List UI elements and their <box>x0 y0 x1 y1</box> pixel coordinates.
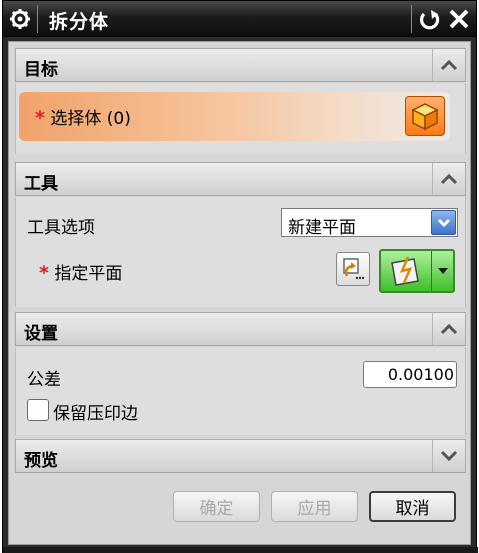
required-mark: * <box>39 262 49 284</box>
group-title-preview: 预览 <box>24 451 58 471</box>
plane-button[interactable] <box>379 249 455 293</box>
tool-option-value: 新建平面 <box>288 218 356 238</box>
tolerance-value: 0.00100 <box>387 365 454 384</box>
chevron-up-icon[interactable] <box>432 49 465 81</box>
required-mark: * <box>35 107 45 129</box>
plane-dropdown-icon[interactable] <box>431 251 453 291</box>
title-separator <box>411 5 412 33</box>
cancel-button[interactable]: 取消 <box>369 491 456 522</box>
tool-option-label: 工具选项 <box>27 218 95 238</box>
close-icon[interactable] <box>446 6 472 32</box>
window-bottom-border <box>3 547 478 553</box>
chevron-down-icon[interactable] <box>431 210 456 235</box>
reverse-direction-icon[interactable] <box>336 252 370 286</box>
apply-button[interactable]: 应用 <box>271 491 358 522</box>
ok-button[interactable]: 确定 <box>173 491 260 522</box>
split-body-dialog: 拆分体 目标 * 选择体 (0) 工具 工具选项 新建平面 * 指定平面 设置 … <box>2 0 478 553</box>
group-header-preview[interactable]: 预览 <box>15 439 466 473</box>
select-body-label: 选择体 (0) <box>50 109 131 129</box>
group-title-target: 目标 <box>24 60 58 80</box>
keep-imprint-checkbox[interactable] <box>27 399 49 421</box>
cube-icon[interactable] <box>405 96 445 136</box>
select-body-row[interactable]: * 选择体 (0) <box>19 92 450 141</box>
chevron-up-icon[interactable] <box>432 163 465 195</box>
dialog-client-area: 目标 * 选择体 (0) 工具 工具选项 新建平面 * 指定平面 设置 公差 0… <box>8 41 471 545</box>
group-header-tool[interactable]: 工具 <box>15 162 466 196</box>
keep-imprint-label: 保留压印边 <box>53 404 138 424</box>
group-header-target[interactable]: 目标 <box>15 48 466 82</box>
group-header-settings[interactable]: 设置 <box>15 312 466 346</box>
group-title-tool: 工具 <box>24 174 58 194</box>
reset-icon[interactable] <box>416 6 442 32</box>
specify-plane-label: 指定平面 <box>54 264 123 284</box>
chevron-down-icon[interactable] <box>432 440 465 472</box>
group-title-settings: 设置 <box>24 324 58 344</box>
chevron-up-icon[interactable] <box>432 313 465 345</box>
title-separator <box>37 5 38 33</box>
title-bar: 拆分体 <box>3 1 476 37</box>
tool-option-select[interactable]: 新建平面 <box>281 208 458 238</box>
dialog-title: 拆分体 <box>49 11 110 33</box>
plane-dialog-icon[interactable] <box>383 253 429 289</box>
gear-icon[interactable] <box>9 8 31 30</box>
tolerance-label: 公差 <box>27 370 61 390</box>
tolerance-input[interactable]: 0.00100 <box>363 361 457 388</box>
